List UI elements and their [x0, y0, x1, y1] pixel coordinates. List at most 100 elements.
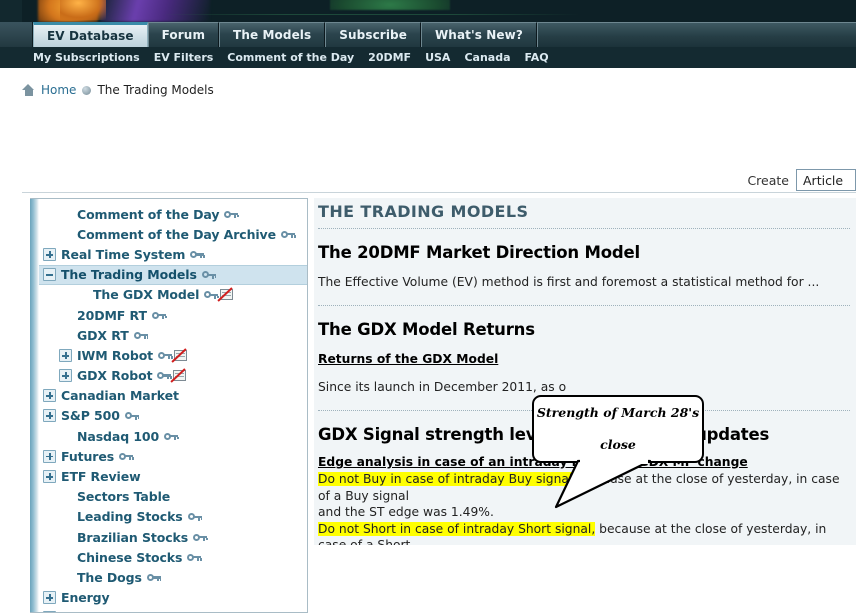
primary-tab-bar: EV Database Forum The Models Subscribe W…	[0, 22, 856, 47]
header-divider	[22, 192, 856, 193]
rule-1	[318, 228, 850, 229]
sidebar-item-20dmf-rt[interactable]: 20DMF RT	[39, 305, 307, 325]
subnav-item-usa[interactable]: USA	[425, 51, 450, 64]
tab-ev-database[interactable]: EV Database	[33, 22, 148, 47]
sidebar-item-label: Leading Stocks	[77, 509, 183, 525]
banner-divider-line	[160, 14, 580, 15]
sidebar-rail-gradient	[30, 199, 39, 612]
sidebar-item-label: Sectors Table	[77, 489, 171, 505]
subnav-item-20dmf[interactable]: 20DMF	[368, 51, 411, 64]
key-icon	[204, 290, 219, 299]
sidebar-item-chinese-stocks[interactable]: Chinese Stocks	[39, 547, 307, 567]
sidebar-item-leading-stocks[interactable]: Leading Stocks	[39, 507, 307, 527]
short-signal-highlight: Do not Short in case of intraday Short s…	[318, 521, 596, 536]
sidebar-item-iwm-robot[interactable]: IWM Robot	[39, 345, 307, 365]
sidebar-item-canadian-market[interactable]: Canadian Market	[39, 386, 307, 406]
expand-plus-icon[interactable]	[43, 389, 56, 403]
sidebar-item-label: Futures	[61, 448, 115, 464]
key-icon	[190, 250, 205, 259]
sidebar-item-label: Real Time System	[61, 246, 186, 262]
sidebar-item-label: The GDX Model	[93, 287, 200, 303]
tab-forum[interactable]: Forum	[147, 22, 220, 47]
sidebar-item-label: Comment of the Day	[77, 206, 220, 222]
sidebar-item-sectors-table[interactable]: Sectors Table	[39, 487, 307, 507]
collapse-minus-icon[interactable]	[43, 268, 56, 282]
page-title: THE TRADING MODELS	[318, 202, 529, 221]
rule-2	[318, 305, 850, 306]
sidebar-item-nasdaq-100[interactable]: Nasdaq 100	[39, 426, 307, 446]
section-body-gdx-returns: Since its launch in December 2011, as o	[318, 380, 567, 394]
expand-plus-icon[interactable]	[43, 470, 56, 484]
sidebar-item-brazilian-stocks[interactable]: Brazilian Stocks	[39, 527, 307, 547]
sidebar-item-comment-of-the-day-archive[interactable]: Comment of the Day Archive	[39, 224, 307, 244]
subnav-item-faq[interactable]: FAQ	[525, 51, 549, 64]
sidebar-item-s-p-500[interactable]: S&P 500	[39, 406, 307, 426]
secondary-nav-bar: My Subscriptions EV Filters Comment of t…	[0, 47, 856, 68]
banner-green-artwork-2	[330, 0, 450, 10]
section-heading-20dmf: The 20DMF Market Direction Model	[318, 243, 640, 262]
breadcrumb-current: The Trading Models	[97, 83, 214, 97]
sidebar-item-the-dogs[interactable]: The Dogs	[39, 567, 307, 587]
sidebar-item-label: Comment of the Day Archive	[77, 226, 276, 242]
key-icon	[193, 533, 208, 542]
section-heading-gdx-returns: The GDX Model Returns	[318, 320, 535, 339]
sidebar-item-comment-of-the-day[interactable]: Comment of the Day	[39, 204, 307, 224]
breadcrumb-separator-icon	[82, 85, 92, 95]
create-type-select[interactable]: Article	[796, 169, 856, 191]
page-body: Home The Trading Models Create Article C…	[0, 68, 856, 613]
home-icon	[22, 84, 35, 96]
sidebar-item-label: The Trading Models	[61, 267, 197, 283]
expand-plus-icon[interactable]	[43, 247, 56, 261]
expand-plus-icon[interactable]	[43, 591, 56, 605]
tab-whats-new[interactable]: What's New?	[420, 22, 537, 47]
tab-bar-left-cap	[0, 22, 33, 47]
subnav-item-ev-filters[interactable]: EV Filters	[154, 51, 214, 64]
sidebar-item-futures[interactable]: Futures	[39, 446, 307, 466]
tab-the-models[interactable]: The Models	[219, 22, 326, 47]
sidebar-item-label: Canadian Market	[61, 388, 179, 404]
key-icon	[146, 573, 162, 582]
expand-plus-icon[interactable]	[43, 449, 56, 463]
sidebar-item-gdx-robot[interactable]: GDX Robot	[39, 366, 307, 386]
buy-signal-continuation: and the ST edge was 1.49%.	[318, 505, 494, 519]
key-icon	[124, 411, 140, 420]
tab-bar-filler	[536, 22, 856, 47]
sidebar-item-the-trading-models[interactable]: The Trading Models	[39, 264, 307, 285]
tab-label: Subscribe	[339, 28, 407, 42]
create-control-row: Create Article	[747, 168, 856, 192]
sidebar-item-energy[interactable]: Energy	[39, 588, 307, 608]
sidebar-item-label: GDX RT	[77, 327, 129, 343]
tab-subscribe[interactable]: Subscribe	[325, 22, 421, 47]
sidebar-item-real-time-system[interactable]: Real Time System	[39, 244, 307, 264]
sidebar-item-label: The Dogs	[77, 569, 142, 585]
expand-plus-icon[interactable]	[59, 369, 72, 383]
key-icon	[224, 210, 239, 219]
key-icon	[187, 553, 202, 562]
key-icon	[201, 270, 217, 279]
sidebar-item-the-gdx-model[interactable]: The GDX Model	[39, 285, 307, 305]
create-label: Create	[747, 172, 789, 188]
sidebar-item-materials[interactable]: Materials	[39, 608, 307, 612]
subnav-item-comment-of-the-day[interactable]: Comment of the Day	[227, 51, 354, 64]
sidebar-tree: Comment of the Day Comment of the Day Arc…	[39, 199, 307, 612]
key-icon	[119, 452, 134, 461]
expand-plus-icon[interactable]	[59, 348, 72, 362]
tab-label: Forum	[161, 28, 206, 42]
expand-plus-icon[interactable]	[43, 409, 56, 423]
site-banner	[0, 0, 856, 22]
navigation-region: EV Database Forum The Models Subscribe W…	[0, 22, 856, 68]
subnav-item-my-subscriptions[interactable]: My Subscriptions	[33, 51, 140, 64]
tab-label: What's New?	[434, 28, 523, 42]
returns-of-the-gdx-model-link[interactable]: Returns of the GDX Model	[318, 352, 498, 366]
subnav-item-canada[interactable]: Canada	[464, 51, 510, 64]
sidebar-item-etf-review[interactable]: ETF Review	[39, 466, 307, 486]
sidebar-item-label: IWM Robot	[77, 347, 154, 363]
sidebar-item-gdx-rt[interactable]: GDX RT	[39, 325, 307, 345]
breadcrumb-home-link[interactable]: Home	[41, 83, 76, 97]
